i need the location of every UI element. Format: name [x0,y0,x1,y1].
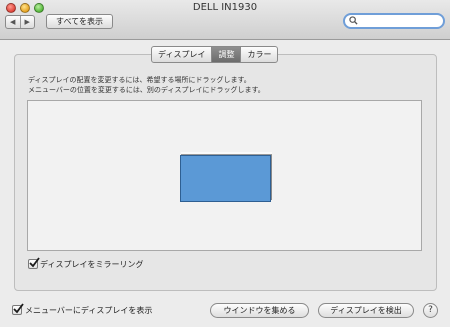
menubar-indicator[interactable] [181,152,272,155]
back-arrow-icon[interactable]: ◀ [6,16,20,28]
checkmark-icon [13,303,24,314]
forward-arrow-icon[interactable]: ▶ [19,16,35,28]
mirror-displays-label: ディスプレイをミラーリング [40,260,144,269]
main-display-thumbnail[interactable] [180,155,271,202]
back-forward-control: ◀ ▶ [5,15,35,29]
instruction-line-1: ディスプレイの配置を変更するには、希望する場所にドラッグします。 [28,76,251,84]
mirror-displays-checkbox[interactable] [28,257,40,269]
help-button[interactable]: ? [423,303,438,318]
instruction-line-2: メニューバーの位置を変更するには、別のディスプレイにドラッグします。 [28,86,265,94]
show-menubar-label: メニューバーにディスプレイを表示 [25,306,153,315]
search-icon [349,16,358,25]
show-menubar-checkbox[interactable] [12,303,24,315]
tab-color[interactable]: カラー [240,47,277,62]
checkmark-icon [29,257,40,268]
search-field[interactable] [343,13,445,29]
show-all-button[interactable]: すべてを表示 [46,14,113,29]
detect-displays-button[interactable]: ディスプレイを検出 [318,303,414,318]
tab-display[interactable]: ディスプレイ [152,47,211,62]
title-toolbar: DELL IN1930 ◀ ▶ すべてを表示 [0,0,450,40]
tab-arrangement[interactable]: 調整 [211,47,241,62]
gather-windows-button[interactable]: ウインドウを集める [210,303,309,318]
search-input[interactable] [359,15,439,27]
window-title: DELL IN1930 [192,2,258,13]
tab-bar: ディスプレイ 調整 カラー [151,46,279,63]
